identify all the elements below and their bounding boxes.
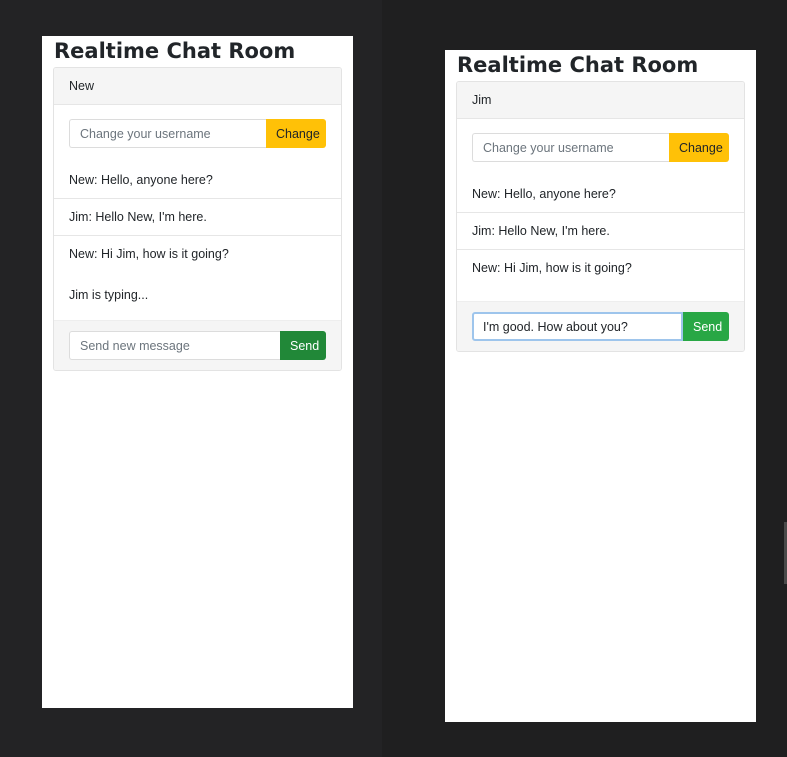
change-username-button[interactable]: Change	[669, 133, 729, 162]
chat-body: Change New: Hello, anyone here? Jim: Hel…	[54, 105, 341, 320]
page-title: Realtime Chat Room	[54, 39, 296, 63]
message-list: New: Hello, anyone here? Jim: Hello New,…	[54, 162, 341, 273]
message-input[interactable]	[69, 331, 280, 360]
message-form: Send	[457, 301, 744, 351]
message-item: New: Hi Jim, how is it going?	[472, 261, 632, 275]
message-item: New: Hello, anyone here?	[457, 176, 744, 213]
message-item: New: Hi Jim, how is it going?	[69, 247, 229, 261]
current-username: Jim	[457, 82, 744, 119]
message-form: Send	[54, 320, 341, 370]
username-form: Change	[69, 119, 326, 148]
chat-body: Change New: Hello, anyone here? Jim: Hel…	[457, 119, 744, 301]
message-list: New: Hello, anyone here? Jim: Hello New,…	[457, 176, 744, 287]
chat-window-right: Realtime Chat Room Jim Change New: Hello…	[445, 50, 756, 722]
page-title: Realtime Chat Room	[457, 53, 699, 77]
message-input[interactable]	[472, 312, 683, 341]
chat-card: New Change New: Hello, anyone here? Jim:…	[53, 67, 342, 371]
typing-indicator: Jim is typing...	[69, 288, 149, 302]
chat-window-left: Realtime Chat Room New Change New: Hello…	[42, 36, 353, 708]
message-input-group: Send	[69, 331, 326, 360]
message-item: New: Hello, anyone here?	[54, 162, 341, 199]
message-item: Jim: Hello New, I'm here.	[457, 213, 744, 250]
message-item: Jim: Hello New, I'm here.	[54, 199, 341, 236]
current-username: New	[54, 68, 341, 105]
username-input[interactable]	[472, 133, 669, 162]
message-input-group: Send	[472, 312, 729, 341]
username-form: Change	[472, 133, 729, 162]
chat-card: Jim Change New: Hello, anyone here? Jim:…	[456, 81, 745, 352]
username-input[interactable]	[69, 119, 266, 148]
send-button[interactable]: Send	[683, 312, 729, 341]
change-username-button[interactable]: Change	[266, 119, 326, 148]
send-button[interactable]: Send	[280, 331, 326, 360]
